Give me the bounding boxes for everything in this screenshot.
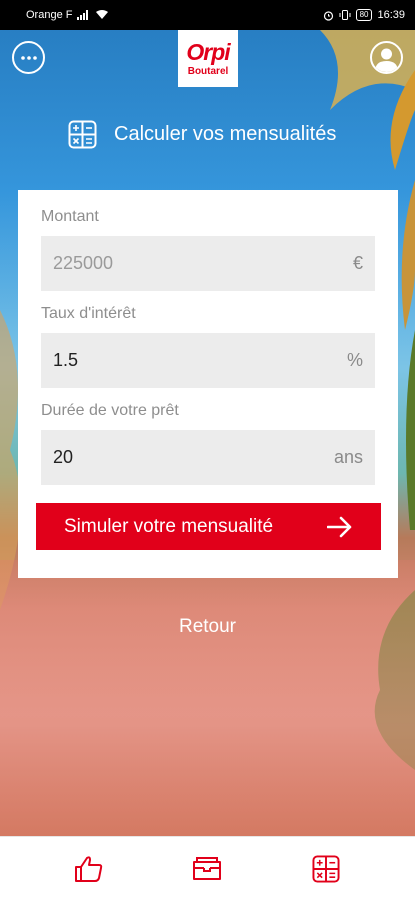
profile-button[interactable] xyxy=(370,41,403,74)
agency-name: Boutarel xyxy=(187,65,229,77)
bottom-navigation xyxy=(0,836,415,900)
duration-label: Durée de votre prêt xyxy=(41,402,179,419)
page-heading: Calculer vos mensualités xyxy=(68,120,336,149)
duration-input[interactable] xyxy=(53,447,303,468)
duration-field-container: ans xyxy=(41,430,375,485)
carrier-name: Orange F xyxy=(26,9,73,21)
amount-field-container: € xyxy=(41,236,375,291)
alarm-icon xyxy=(323,10,334,21)
vibrate-icon xyxy=(339,10,351,20)
brand-logo: Orpi Boutarel xyxy=(178,30,238,87)
simulate-button-label: Simuler votre mensualité xyxy=(64,515,274,537)
nav-favorites[interactable] xyxy=(69,849,109,889)
folder-icon xyxy=(193,856,222,880)
brand-name: Orpi xyxy=(186,38,230,65)
page-title: Calculer vos mensualités xyxy=(114,123,337,145)
years-unit: ans xyxy=(333,447,363,467)
status-bar: Orange F 80 16:39 xyxy=(0,0,415,30)
percent-unit: % xyxy=(346,350,363,370)
more-horizontal-icon xyxy=(20,55,37,60)
clock: 16:39 xyxy=(377,9,405,21)
currency-unit: € xyxy=(352,253,363,273)
thumbs-up-icon xyxy=(75,855,103,882)
rate-label: Taux d'intérêt xyxy=(41,305,136,322)
simulate-button[interactable]: Simuler votre mensualité xyxy=(36,503,381,550)
loan-calculator-form: Montant € Taux d'intérêt % Durée de votr… xyxy=(18,190,398,578)
amount-label: Montant xyxy=(41,208,99,225)
beach-overlay xyxy=(0,560,415,836)
back-link[interactable]: Retour xyxy=(0,616,415,638)
nav-projects[interactable] xyxy=(187,849,227,889)
user-profile-icon xyxy=(375,48,398,72)
more-menu-button[interactable] xyxy=(12,41,45,74)
arrow-right-icon xyxy=(327,516,352,537)
amount-input[interactable] xyxy=(53,253,303,274)
rate-field-container: % xyxy=(41,333,375,388)
battery-level: 80 xyxy=(355,9,373,21)
calculator-icon xyxy=(68,120,97,149)
rate-input[interactable] xyxy=(53,350,303,371)
signal-icon xyxy=(77,10,91,20)
calculator-icon xyxy=(312,854,340,883)
wifi-icon xyxy=(96,10,109,20)
nav-calculator[interactable] xyxy=(306,849,346,889)
